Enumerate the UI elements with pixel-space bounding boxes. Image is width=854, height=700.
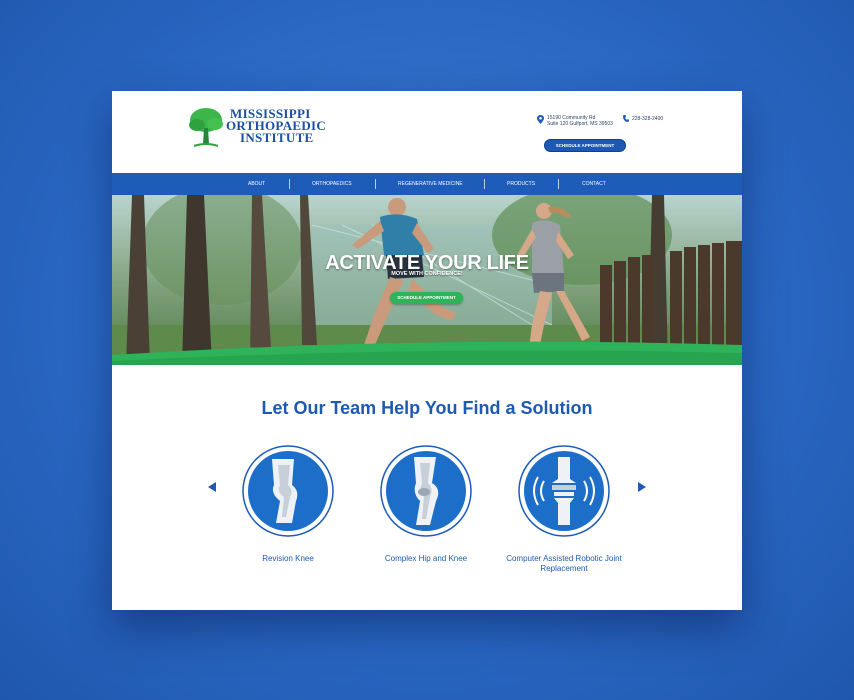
- solution-card-complex-hip-knee[interactable]: Complex Hip and Knee: [366, 445, 486, 564]
- nav-divider: [375, 179, 376, 189]
- hero-schedule-appointment-button[interactable]: SCHEDULE APPOINTMENT: [390, 292, 463, 304]
- robotic-joint-icon: [518, 445, 610, 537]
- solution-card-label: Complex Hip and Knee: [384, 554, 468, 563]
- logo-line-3: INSTITUTE: [240, 130, 314, 145]
- main-nav: ABOUT ORTHOPAEDICS REGENERATIVE MEDICINE…: [112, 173, 742, 195]
- carousel-next-arrow-icon[interactable]: [638, 482, 646, 492]
- carousel-prev-arrow-icon[interactable]: [208, 482, 216, 492]
- nav-divider: [558, 179, 559, 189]
- nav-item-contact[interactable]: CONTACT: [582, 173, 606, 195]
- hero-background-image: [112, 195, 742, 365]
- phone-block[interactable]: 228-328-2400: [623, 115, 663, 122]
- address-line-2: Suite 120 Gulfport, MS 39503: [547, 121, 613, 127]
- nav-item-regenerative-medicine[interactable]: REGENERATIVE MEDICINE: [398, 173, 463, 195]
- hero-banner: ACTIVATE YOUR LIFE MOVE WITH CONFIDENCE!…: [112, 195, 742, 365]
- phone-number[interactable]: 228-328-2400: [632, 116, 663, 122]
- phone-icon: [623, 115, 629, 122]
- website-frame: MISSISSIPPI ORTHOPAEDIC INSTITUTE 15190 …: [112, 91, 742, 610]
- nav-divider: [289, 179, 290, 189]
- solution-card-label: Revision Knee: [262, 554, 314, 563]
- tree-logo-icon: [189, 108, 223, 147]
- address-block: 15190 Community Rd Suite 120 Gulfport, M…: [537, 115, 613, 127]
- knee-side-icon: [380, 445, 472, 537]
- nav-item-orthopaedics[interactable]: ORTHOPAEDICS: [312, 173, 352, 195]
- solution-card-robotic-joint[interactable]: Computer Assisted Robotic Joint Replacem…: [504, 445, 624, 574]
- solution-card-label: Computer Assisted Robotic Joint Replacem…: [506, 554, 622, 573]
- solution-card-revision-knee[interactable]: Revision Knee: [228, 445, 348, 564]
- site-logo[interactable]: MISSISSIPPI ORTHOPAEDIC INSTITUTE: [188, 106, 328, 152]
- knee-icon: [242, 445, 334, 537]
- nav-item-about[interactable]: ABOUT: [248, 173, 265, 195]
- nav-divider: [484, 179, 485, 189]
- map-pin-icon: [537, 115, 544, 124]
- solutions-heading: Let Our Team Help You Find a Solution: [261, 398, 593, 418]
- site-header: MISSISSIPPI ORTHOPAEDIC INSTITUTE 15190 …: [112, 91, 742, 173]
- nav-item-products[interactable]: PRODUCTS: [507, 173, 535, 195]
- header-schedule-appointment-button[interactable]: SCHEDULE APPOINTMENT: [544, 139, 626, 152]
- hero-subtitle: MOVE WITH CONFIDENCE!: [391, 271, 463, 277]
